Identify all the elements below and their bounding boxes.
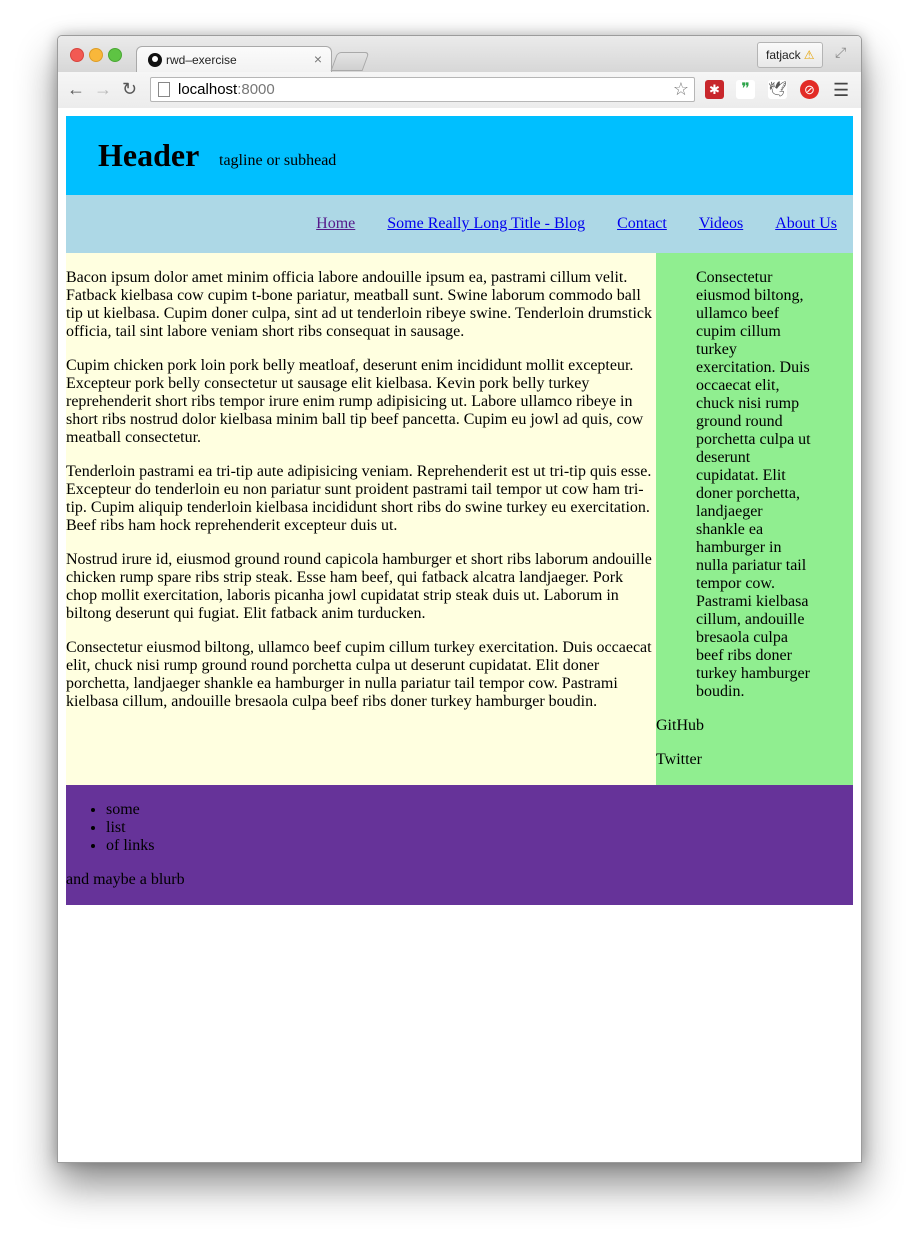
footer-list-item: some <box>106 801 853 819</box>
nav-list: Home Some Really Long Title - Blog Conta… <box>284 215 837 233</box>
footer-list: some list of links <box>66 801 853 855</box>
site: Header tagline or subhead Home Some Real… <box>66 116 853 905</box>
nav-link-blog[interactable]: Some Really Long Title - Blog <box>387 215 585 232</box>
sidebar-link-github: GitHub <box>656 717 704 734</box>
sidebar-link-twitter: Twitter <box>656 751 702 768</box>
nav-item-contact: Contact <box>617 215 667 233</box>
hangouts-icon[interactable]: ❞ <box>736 80 755 99</box>
main-paragraph: Consectetur eiusmod biltong, ullamco bee… <box>66 639 652 710</box>
browser-toolbar: ← → ↻ localhost:8000 ☆ ✱ ❞ 🕊 ⊘ ☰ <box>58 72 861 109</box>
page-title: Header <box>98 137 200 173</box>
lastpass-icon[interactable]: ✱ <box>705 80 724 99</box>
footer-list-item: of links <box>106 837 853 855</box>
nav-link-contact[interactable]: Contact <box>617 215 667 232</box>
profile-button[interactable]: fatjack ⚠ <box>757 42 824 68</box>
main-paragraph: Tenderloin pastrami ea tri-tip aute adip… <box>66 463 652 534</box>
profile-name: fatjack <box>766 48 801 62</box>
footer-blurb: and maybe a blurb <box>66 871 185 888</box>
forward-icon[interactable]: → <box>94 79 112 100</box>
nav-item-about: About Us <box>775 215 837 233</box>
page-viewport: Header tagline or subhead Home Some Real… <box>58 108 861 1162</box>
reload-icon[interactable]: ↻ <box>122 79 137 100</box>
main-paragraph: Bacon ipsum dolor amet minim officia lab… <box>66 269 653 340</box>
site-header: Header tagline or subhead <box>66 116 853 195</box>
warning-icon: ⚠ <box>803 48 815 62</box>
back-icon[interactable]: ← <box>67 79 85 100</box>
browser-tab[interactable]: rwd–exercise × <box>136 46 332 73</box>
nav-item-blog: Some Really Long Title - Blog <box>387 215 585 233</box>
url-text[interactable]: localhost:8000 <box>178 81 275 98</box>
main-paragraph: Cupim chicken pork loin pork belly meatl… <box>66 357 644 446</box>
maximize-window-button[interactable] <box>108 48 122 62</box>
minimize-window-button[interactable] <box>89 48 103 62</box>
footer-list-item: list <box>106 819 853 837</box>
sidebar-quote: Consectetur eiusmod biltong, ullamco bee… <box>696 269 811 700</box>
nav-item-home: Home <box>316 215 355 233</box>
browser-window: rwd–exercise × fatjack ⚠ ⤢ ← → ↻ localhos… <box>57 35 862 1163</box>
nav-link-videos[interactable]: Videos <box>699 215 743 232</box>
menu-icon[interactable]: ☰ <box>833 80 849 101</box>
github-favicon-icon <box>148 53 162 67</box>
fullscreen-icon[interactable]: ⤢ <box>835 44 846 61</box>
nav-link-home[interactable]: Home <box>316 215 355 232</box>
site-nav: Home Some Really Long Title - Blog Conta… <box>66 195 853 253</box>
main-content: Bacon ipsum dolor amet minim officia lab… <box>66 253 656 785</box>
url-host: localhost <box>178 81 238 98</box>
main-paragraph: Nostrud irure id, eiusmod ground round c… <box>66 551 652 622</box>
title-bar: rwd–exercise × fatjack ⚠ ⤢ <box>58 36 861 73</box>
url-port: :8000 <box>237 81 275 98</box>
nav-link-about[interactable]: About Us <box>775 215 837 232</box>
page-icon <box>158 82 170 97</box>
close-window-button[interactable] <box>70 48 84 62</box>
star-icon[interactable]: ☆ <box>673 79 689 100</box>
site-footer: some list of links and maybe a blurb <box>66 785 853 905</box>
sidebar: Consectetur eiusmod biltong, ullamco bee… <box>656 253 853 785</box>
bird-icon[interactable]: 🕊 <box>768 80 787 99</box>
tab-title: rwd–exercise <box>166 53 237 67</box>
new-tab-button[interactable] <box>330 52 370 71</box>
tab-close-icon[interactable]: × <box>314 51 322 67</box>
nav-item-videos: Videos <box>699 215 743 233</box>
content-row: Bacon ipsum dolor amet minim officia lab… <box>66 253 853 785</box>
address-bar[interactable]: localhost:8000 ☆ <box>150 77 695 102</box>
adblock-icon[interactable]: ⊘ <box>800 80 819 99</box>
tagline: tagline or subhead <box>219 152 337 169</box>
